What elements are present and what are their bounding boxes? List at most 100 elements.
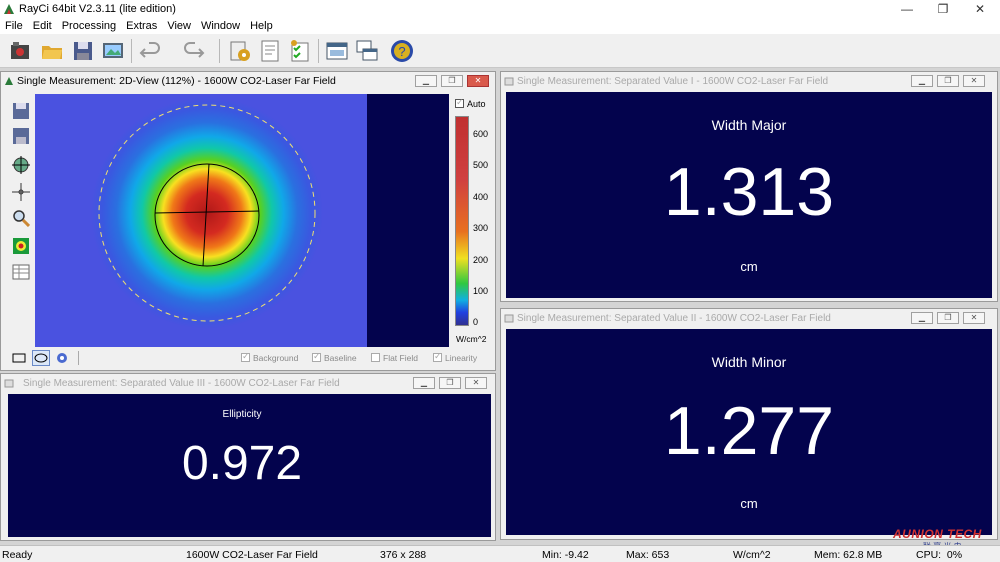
save-icon[interactable] bbox=[12, 102, 30, 120]
scale-tick: 100 bbox=[473, 286, 489, 296]
status-state: Ready bbox=[2, 549, 33, 561]
cascade-windows-icon[interactable] bbox=[355, 39, 379, 63]
color-scale-panel: Auto 600 500 400 300 200 100 0 W/cm^2 bbox=[451, 94, 495, 349]
ellipticity-value: 0.972 bbox=[181, 437, 303, 490]
image-margin bbox=[367, 94, 449, 347]
beam-profile-icon[interactable] bbox=[12, 237, 30, 255]
rectangle-aoi-icon[interactable] bbox=[11, 351, 27, 365]
beam-image[interactable] bbox=[35, 94, 449, 347]
redo-icon[interactable] bbox=[181, 39, 205, 63]
sep2-close-button[interactable]: ✕ bbox=[963, 312, 985, 324]
scale-tick: 0 bbox=[473, 317, 479, 327]
view2d-restore-button[interactable]: ❐ bbox=[441, 75, 463, 87]
window-icon bbox=[504, 77, 514, 86]
status-max: Max: 653 bbox=[626, 549, 670, 561]
scale-unit: W/cm^2 bbox=[456, 334, 487, 344]
ellipse-aoi-icon[interactable] bbox=[32, 350, 50, 366]
statusbar: Ready 1600W CO2-Laser Far Field 376 x 28… bbox=[0, 545, 1000, 562]
bar-separator bbox=[78, 351, 79, 365]
table-icon[interactable] bbox=[12, 263, 30, 281]
sep2-restore-button[interactable]: ❐ bbox=[937, 312, 959, 324]
menu-view[interactable]: View bbox=[162, 20, 196, 32]
flat-field-checkbox[interactable]: Flat Field bbox=[371, 353, 418, 363]
flat-field-check-box[interactable] bbox=[371, 353, 380, 362]
close-button[interactable]: ✕ bbox=[963, 0, 997, 18]
restore-button[interactable]: ❐ bbox=[926, 0, 960, 18]
menu-window[interactable]: Window bbox=[196, 20, 245, 32]
scale-tick: 300 bbox=[473, 223, 489, 233]
beam-spot bbox=[91, 97, 323, 329]
sep1-restore-button[interactable]: ❐ bbox=[937, 75, 959, 87]
menu-edit[interactable]: Edit bbox=[28, 20, 57, 32]
auto-aoi-icon[interactable] bbox=[54, 351, 70, 365]
sep1-minimize-button[interactable]: ▁ bbox=[911, 75, 933, 87]
ellipticity-label: Ellipticity bbox=[222, 409, 262, 420]
rayci-logo-icon bbox=[4, 4, 14, 14]
status-image-size: 376 x 288 bbox=[380, 549, 427, 561]
baseline-label: Baseline bbox=[324, 353, 357, 363]
window-icon[interactable] bbox=[325, 39, 349, 63]
width-minor-label: Width Minor bbox=[711, 354, 787, 370]
sep2-window: Single Measurement: Separated Value II -… bbox=[500, 308, 998, 551]
menu-file[interactable]: File bbox=[0, 20, 28, 32]
minimize-button[interactable]: — bbox=[890, 0, 924, 18]
app-titlebar: RayCi 64bit V2.3.11 (lite edition) — ❐ ✕ bbox=[0, 0, 1000, 18]
toolbar-separator bbox=[131, 39, 132, 63]
status-cpu: CPU: 0% bbox=[916, 549, 963, 561]
watermark-text: AUNION TECH bbox=[893, 527, 982, 541]
auto-checkbox[interactable]: Auto bbox=[455, 97, 486, 109]
linearity-check-box[interactable] bbox=[433, 351, 442, 362]
save-as-icon[interactable] bbox=[12, 127, 30, 145]
menubar: File Edit Processing Extras View Window … bbox=[0, 18, 1000, 34]
window-icon bbox=[5, 77, 13, 85]
auto-check-box[interactable] bbox=[455, 97, 464, 108]
open-folder-icon[interactable] bbox=[40, 39, 64, 63]
scale-tick: 200 bbox=[473, 255, 489, 265]
sep1-window: Single Measurement: Separated Value I - … bbox=[500, 71, 998, 302]
toolbar-separator bbox=[219, 39, 220, 63]
status-measurement-name: 1600W CO2-Laser Far Field bbox=[186, 549, 318, 561]
menu-help[interactable]: Help bbox=[245, 20, 278, 32]
view2d-minimize-button[interactable]: ▁ bbox=[415, 75, 437, 87]
camera-icon[interactable] bbox=[8, 39, 32, 63]
crosshair-icon[interactable] bbox=[12, 183, 30, 201]
checklist-icon[interactable] bbox=[288, 39, 312, 63]
centroid-icon[interactable] bbox=[12, 156, 30, 174]
sep3-close-button[interactable]: ✕ bbox=[465, 377, 487, 389]
view2d-window: Single Measurement: 2D-View (112%) - 160… bbox=[0, 71, 496, 371]
view2d-bottom-bar: Background Baseline Flat Field Linearity bbox=[1, 349, 493, 367]
sep1-title: Single Measurement: Separated Value I - … bbox=[517, 75, 829, 87]
sep3-minimize-button[interactable]: ▁ bbox=[413, 377, 435, 389]
help-icon[interactable]: ? bbox=[390, 39, 414, 63]
sep2-title: Single Measurement: Separated Value II -… bbox=[517, 312, 831, 324]
view2d-close-button[interactable]: ✕ bbox=[467, 75, 489, 87]
toolbar: ? bbox=[0, 34, 1000, 68]
background-check-box[interactable] bbox=[241, 351, 250, 362]
sep3-window: Single Measurement: Separated Value III … bbox=[0, 373, 496, 541]
side-toolbar bbox=[1, 94, 35, 349]
status-unit: W/cm^2 bbox=[733, 549, 771, 561]
baseline-check-box[interactable] bbox=[312, 351, 321, 362]
image-export-icon[interactable] bbox=[101, 39, 125, 63]
save-icon[interactable] bbox=[71, 39, 95, 63]
sep1-close-button[interactable]: ✕ bbox=[963, 75, 985, 87]
sep2-minimize-button[interactable]: ▁ bbox=[911, 312, 933, 324]
linearity-checkbox[interactable]: Linearity bbox=[433, 351, 478, 363]
sep1-panel: Width Major 1.313 cm bbox=[506, 92, 992, 298]
menu-extras[interactable]: Extras bbox=[121, 20, 162, 32]
background-checkbox[interactable]: Background bbox=[241, 351, 299, 363]
settings-icon[interactable] bbox=[228, 39, 252, 63]
color-scale-bar bbox=[455, 116, 469, 326]
zoom-icon[interactable] bbox=[12, 209, 30, 227]
status-memory: Mem: 62.8 MB bbox=[814, 549, 883, 561]
background-label: Background bbox=[253, 353, 299, 363]
linearity-label: Linearity bbox=[445, 353, 478, 363]
status-min: Min: -9.42 bbox=[542, 549, 589, 561]
baseline-checkbox[interactable]: Baseline bbox=[312, 351, 357, 363]
sep3-restore-button[interactable]: ❐ bbox=[439, 377, 461, 389]
width-minor-unit: cm bbox=[740, 496, 758, 511]
report-icon[interactable] bbox=[258, 39, 282, 63]
menu-processing[interactable]: Processing bbox=[57, 20, 121, 32]
scale-tick: 600 bbox=[473, 129, 489, 139]
undo-icon[interactable] bbox=[139, 39, 163, 63]
